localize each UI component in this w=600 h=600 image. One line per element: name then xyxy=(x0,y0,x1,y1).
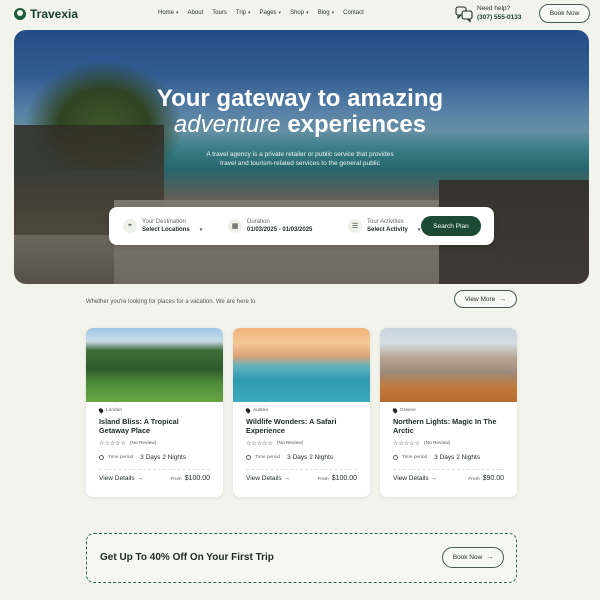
nav-item-tours[interactable]: Tours xyxy=(212,10,227,16)
map-pin-icon xyxy=(391,407,399,414)
tour-location: Greece xyxy=(400,408,416,413)
nav-item-trip[interactable]: Trip ▾ xyxy=(236,10,251,16)
promo-book-now-button[interactable]: Book Now → xyxy=(442,547,504,568)
hero-subtitle: A travel agency is a private retailer or… xyxy=(206,151,394,167)
clock-icon xyxy=(393,455,398,460)
star-icon: ☆☆☆☆☆ xyxy=(99,441,126,447)
tour-image[interactable] xyxy=(380,328,517,402)
chevron-down-icon: ▾ xyxy=(278,10,282,16)
tour-card[interactable]: Greece Northern Lights: Magic In The Arc… xyxy=(380,328,517,497)
tour-location: London xyxy=(106,408,123,413)
chevron-down-icon: ▾ xyxy=(417,227,421,233)
hero-title-emphasis: adventure xyxy=(173,111,281,138)
tour-image[interactable] xyxy=(86,328,223,402)
map-pin-icon xyxy=(244,407,252,414)
promo-banner: Get Up To 40% Off On Your First Trip Boo… xyxy=(86,533,517,583)
map-pin-icon xyxy=(97,407,105,414)
nav-item-about[interactable]: About xyxy=(188,10,204,16)
search-bar: ⌖ Your Destination Select Locations ▾ ▦ D… xyxy=(109,207,494,245)
arrow-right-icon: → xyxy=(430,475,437,482)
promo-text: Get Up To 40% Off On Your First Trip xyxy=(100,552,274,563)
view-more-button[interactable]: View More → xyxy=(454,290,517,308)
chevron-down-icon: ▾ xyxy=(306,10,309,16)
nav-item-pages[interactable]: Pages ▾ xyxy=(260,10,282,16)
chevron-down-icon: ▾ xyxy=(248,10,251,16)
duration-field[interactable]: ▦ Duration 01/03/2025 - 01/03/2025 xyxy=(214,219,334,233)
view-details-link[interactable]: View Details → xyxy=(393,475,437,482)
logo-text: Travexia xyxy=(30,7,79,21)
star-rating: ☆☆☆☆☆ (No Review) xyxy=(99,441,157,447)
map-pin-icon: ⌖ xyxy=(123,219,137,233)
search-plan-button[interactable]: Search Plan xyxy=(421,216,481,236)
nav-item-contact[interactable]: Contact xyxy=(343,10,364,16)
chevron-down-icon: ▾ xyxy=(331,10,335,16)
logo[interactable]: Travexia xyxy=(14,7,78,21)
tour-card[interactable]: London Island Bliss: A Tropical Getaway … xyxy=(86,328,223,497)
hero-title: Your gateway to amazing adventure experi… xyxy=(156,85,444,138)
nav-item-shop[interactable]: Shop ▾ xyxy=(290,10,309,16)
arrow-right-icon: → xyxy=(499,295,507,303)
tour-image[interactable] xyxy=(233,328,370,402)
tour-price: From $100.00 xyxy=(317,475,357,482)
main-nav: Home ▾ About Tours Trip ▾ Pages ▾ Shop ▾ Blo… xyxy=(158,10,373,16)
activity-select[interactable]: ☰ Tour Activities Select Activity ▾ xyxy=(334,219,429,233)
arrow-right-icon: → xyxy=(486,554,494,561)
star-icon: ☆☆☆☆☆ xyxy=(246,441,273,447)
tour-card[interactable]: Austria Wildlife Wonders: A Safari Exper… xyxy=(233,328,370,497)
tour-price: From $100.00 xyxy=(170,475,210,482)
star-rating: ☆☆☆☆☆ (No Review) xyxy=(393,441,451,447)
tour-title[interactable]: Wildlife Wonders: A Safari Experience xyxy=(246,417,357,435)
tour-location: Austria xyxy=(253,408,268,413)
view-details-link[interactable]: View Details → xyxy=(99,475,143,482)
clock-icon xyxy=(99,455,104,460)
star-icon: ☆☆☆☆☆ xyxy=(393,441,420,447)
nav-item-home[interactable]: Home ▾ xyxy=(158,10,179,16)
header-book-now-button[interactable]: Book Now xyxy=(539,4,590,23)
site-header: Travexia Home ▾ About Tours Trip ▾ Pages ▾ … xyxy=(0,0,600,28)
help-phone[interactable]: (307) 555-0133 xyxy=(477,14,521,23)
calendar-icon: ▦ xyxy=(228,219,242,233)
tour-title[interactable]: Northern Lights: Magic In The Arctic xyxy=(393,417,504,435)
tour-price: From $90.00 xyxy=(468,475,504,482)
tour-title[interactable]: Island Bliss: A Tropical Getaway Place xyxy=(99,417,210,435)
help-label: Need help? xyxy=(477,5,511,12)
chevron-down-icon: ▾ xyxy=(199,227,203,233)
section-intro: Whether you're looking for places for a … xyxy=(86,299,256,305)
logo-icon xyxy=(14,8,26,20)
arrow-right-icon: → xyxy=(283,475,290,482)
destination-select[interactable]: ⌖ Your Destination Select Locations ▾ xyxy=(109,219,214,233)
clock-icon xyxy=(246,455,251,460)
activity-icon: ☰ xyxy=(348,219,362,233)
star-rating: ☆☆☆☆☆ (No Review) xyxy=(246,441,304,447)
chevron-down-icon: ▾ xyxy=(176,10,179,16)
view-details-link[interactable]: View Details → xyxy=(246,475,290,482)
help-contact[interactable]: Need help? (307) 555-0133 xyxy=(455,5,521,22)
chat-bubbles-icon xyxy=(455,5,473,22)
nav-item-blog[interactable]: Blog ▾ xyxy=(318,10,335,16)
arrow-right-icon: → xyxy=(136,475,143,482)
